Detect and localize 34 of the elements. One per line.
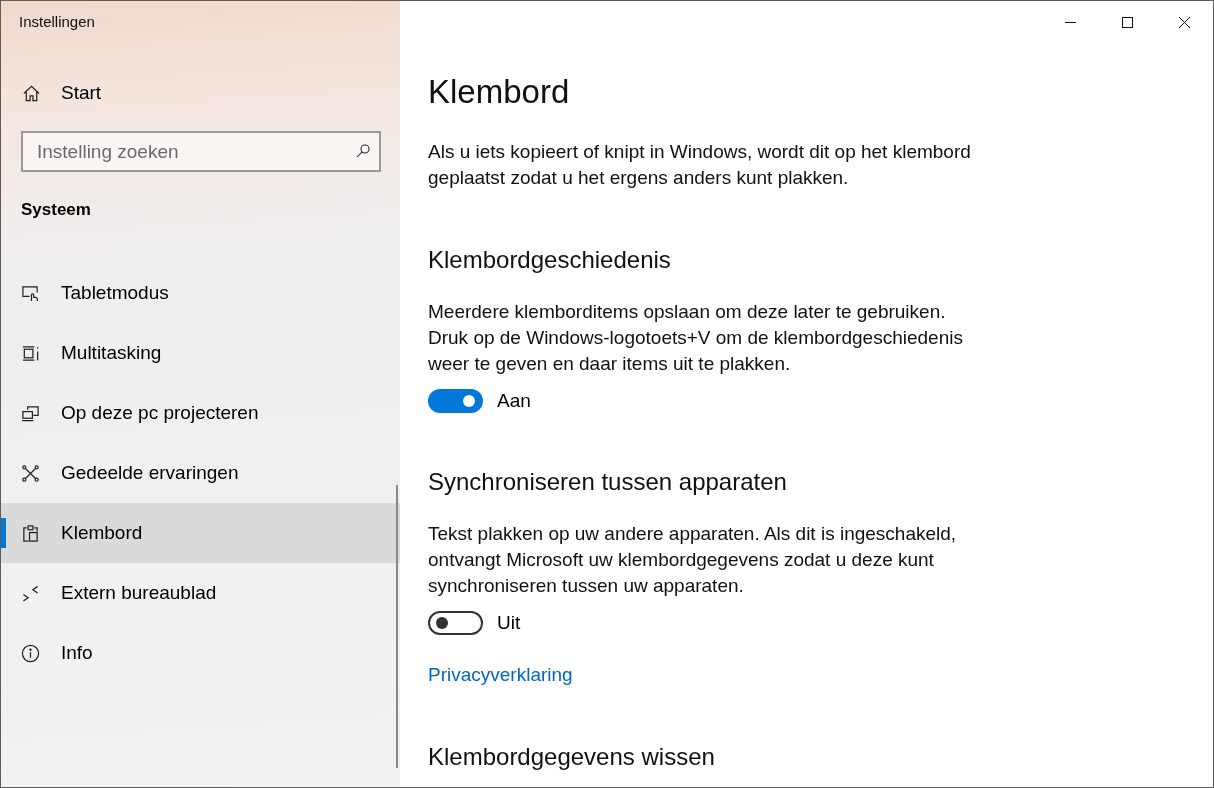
home-icon — [22, 83, 41, 103]
close-icon[interactable] — [1179, 16, 1190, 28]
description-text: Meerdere klemborditems opslaan om deze later te gebruiken. Druk op de Windows-logotoets+V om de klembordgeschiedenis weer te geven en daar items uit te plakken. — [428, 300, 964, 376]
description-text: Als u iets kopieert of knipt in Windows, wordt dit op het klembord geplaatst zodat u het ergens anders kunt plakken. — [428, 140, 972, 190]
window-title: Instellingen — [18, 12, 95, 31]
search-field[interactable]: Instelling zoeken — [21, 131, 381, 172]
toggle-switch[interactable] — [428, 389, 483, 413]
nav-item[interactable]: Extern bureaublad — [1, 563, 400, 623]
nav-item[interactable]: Info — [1, 623, 400, 683]
tablet-hand-icon — [21, 283, 40, 303]
scrollbar[interactable] — [396, 485, 398, 768]
multitasking-icon — [21, 343, 40, 363]
maximize-icon[interactable] — [1122, 16, 1133, 28]
nav-item[interactable]: Gedeelde ervaringen — [1, 443, 400, 503]
section-heading: Synchroniseren tussen apparaten — [428, 467, 787, 497]
network-icon — [21, 463, 40, 483]
nav-item[interactable]: Op deze pc projecteren — [1, 383, 400, 443]
section-heading: Klembordgeschiedenis — [428, 245, 671, 275]
start-nav-item[interactable]: Start — [1, 63, 400, 123]
nav-item[interactable]: Tabletmodus — [1, 263, 400, 323]
nav-item[interactable]: Klembord — [1, 503, 400, 563]
info-icon — [21, 643, 40, 663]
nav-item[interactable]: Multitasking — [1, 323, 400, 383]
toggle-switch[interactable] — [428, 611, 483, 635]
section-heading: Klembordgegevens wissen — [428, 742, 715, 772]
search-icon[interactable] — [355, 143, 371, 159]
description-text: Tekst plakken op uw andere apparaten. Als dit is ingeschakeld, ontvangt Microsoft uw klembordgegevens zodat u deze kunt synchroniseren tussen uw apparaten. — [428, 522, 958, 598]
page-title: Klembord — [428, 72, 570, 112]
clipboard-icon — [21, 523, 40, 543]
privacy-link[interactable]: Privacyverklaring — [428, 662, 573, 688]
toggle-label: Aan — [497, 389, 531, 413]
toggle-label: Uit — [497, 611, 521, 635]
monitors-icon — [21, 403, 40, 423]
section-heading: Systeem — [20, 199, 91, 221]
